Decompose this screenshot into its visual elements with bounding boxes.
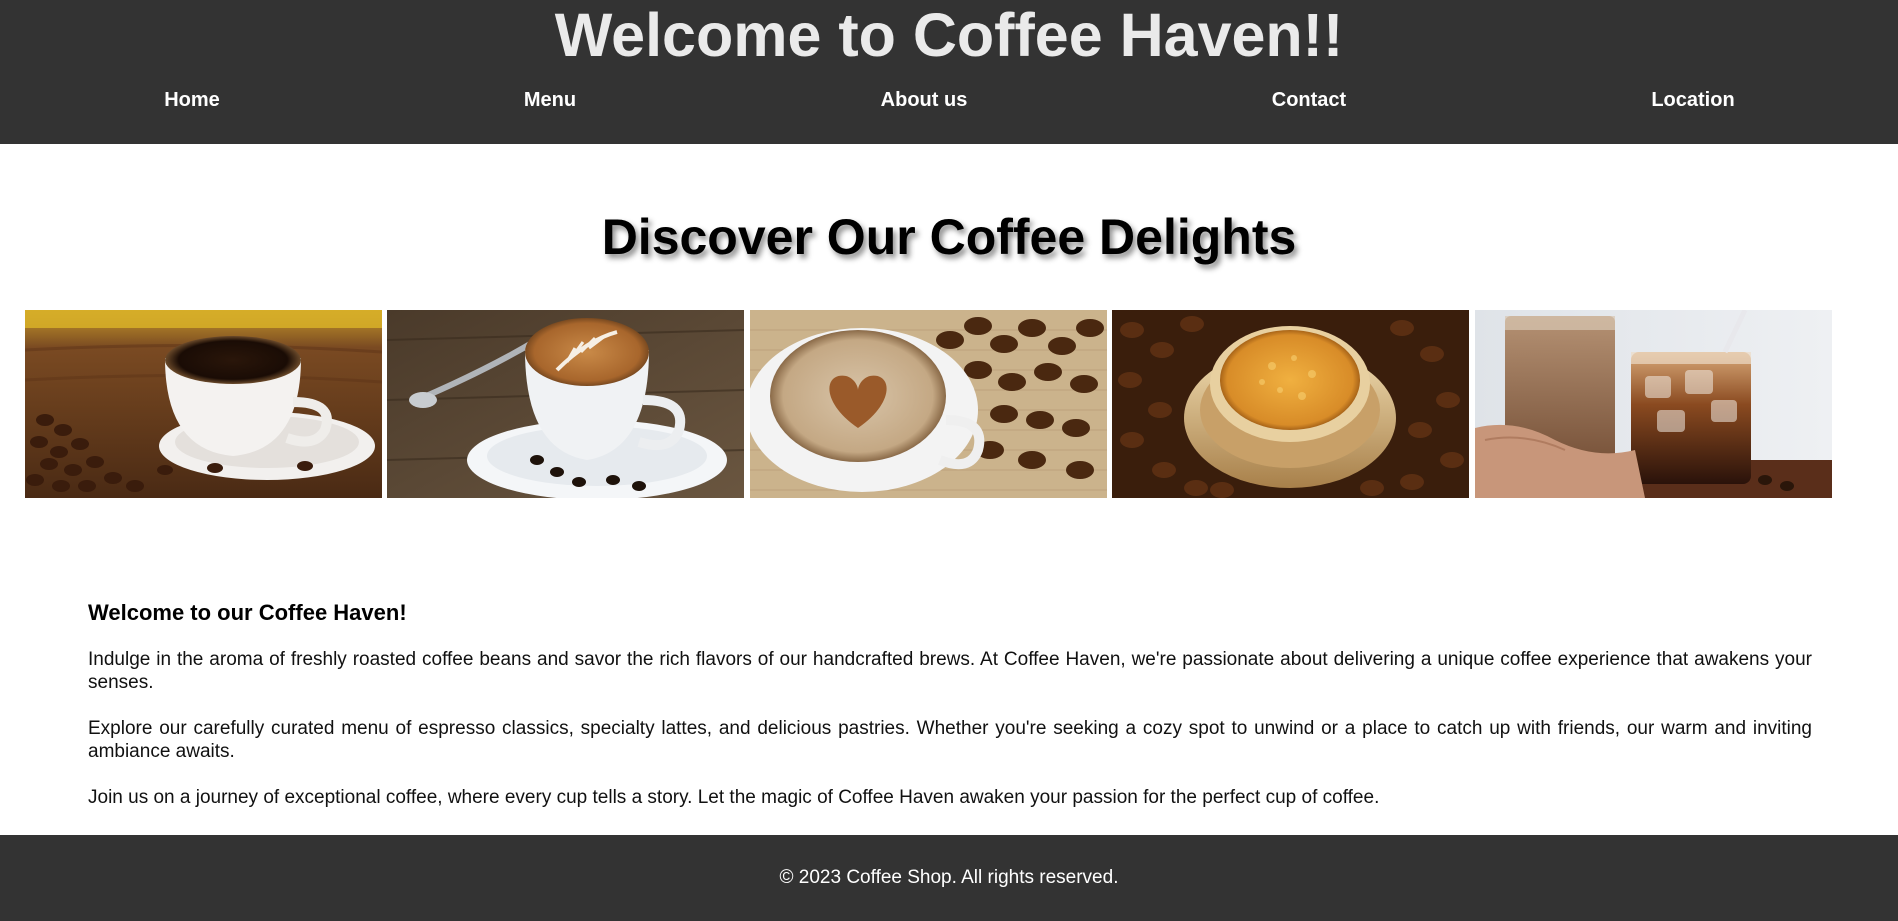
filter-coffee-photo [1112,310,1469,498]
intro-heading: Welcome to our Coffee Haven! [88,600,407,625]
nav-link-home[interactable]: Home [32,84,352,116]
coffee-gallery [25,310,1832,498]
intro-paragraph: Explore our carefully curated menu of es… [88,718,1812,762]
copyright-text: © 2023 Coffee Shop. All rights reserved. [779,867,1119,888]
coffee-cup-with-beans-photo [25,310,382,498]
intro-paragraph: Join us on a journey of exceptional coff… [88,787,1380,808]
nav-link-about-us[interactable]: About us [764,84,1084,116]
site-title: Welcome to Coffee Haven!! [554,1,1344,69]
intro-paragraph: Indulge in the aroma of freshly roasted … [88,649,1812,693]
nav-link-contact[interactable]: Contact [1149,84,1469,116]
nav-link-menu[interactable]: Menu [390,84,710,116]
heart-cappuccino-photo [750,310,1107,498]
site-footer: © 2023 Coffee Shop. All rights reserved. [0,835,1898,921]
main-nav: Home Menu About us Contact Location [0,84,1898,116]
intro-section: Welcome to our Coffee Haven! Indulge in … [88,598,1812,832]
latte-art-cup-photo [387,310,744,498]
iced-coffee-glasses-photo [1475,310,1832,498]
section-heading: Discover Our Coffee Delights [601,209,1297,265]
site-header: Welcome to Coffee Haven!! Home Menu Abou… [0,0,1898,144]
nav-link-location[interactable]: Location [1533,84,1853,116]
